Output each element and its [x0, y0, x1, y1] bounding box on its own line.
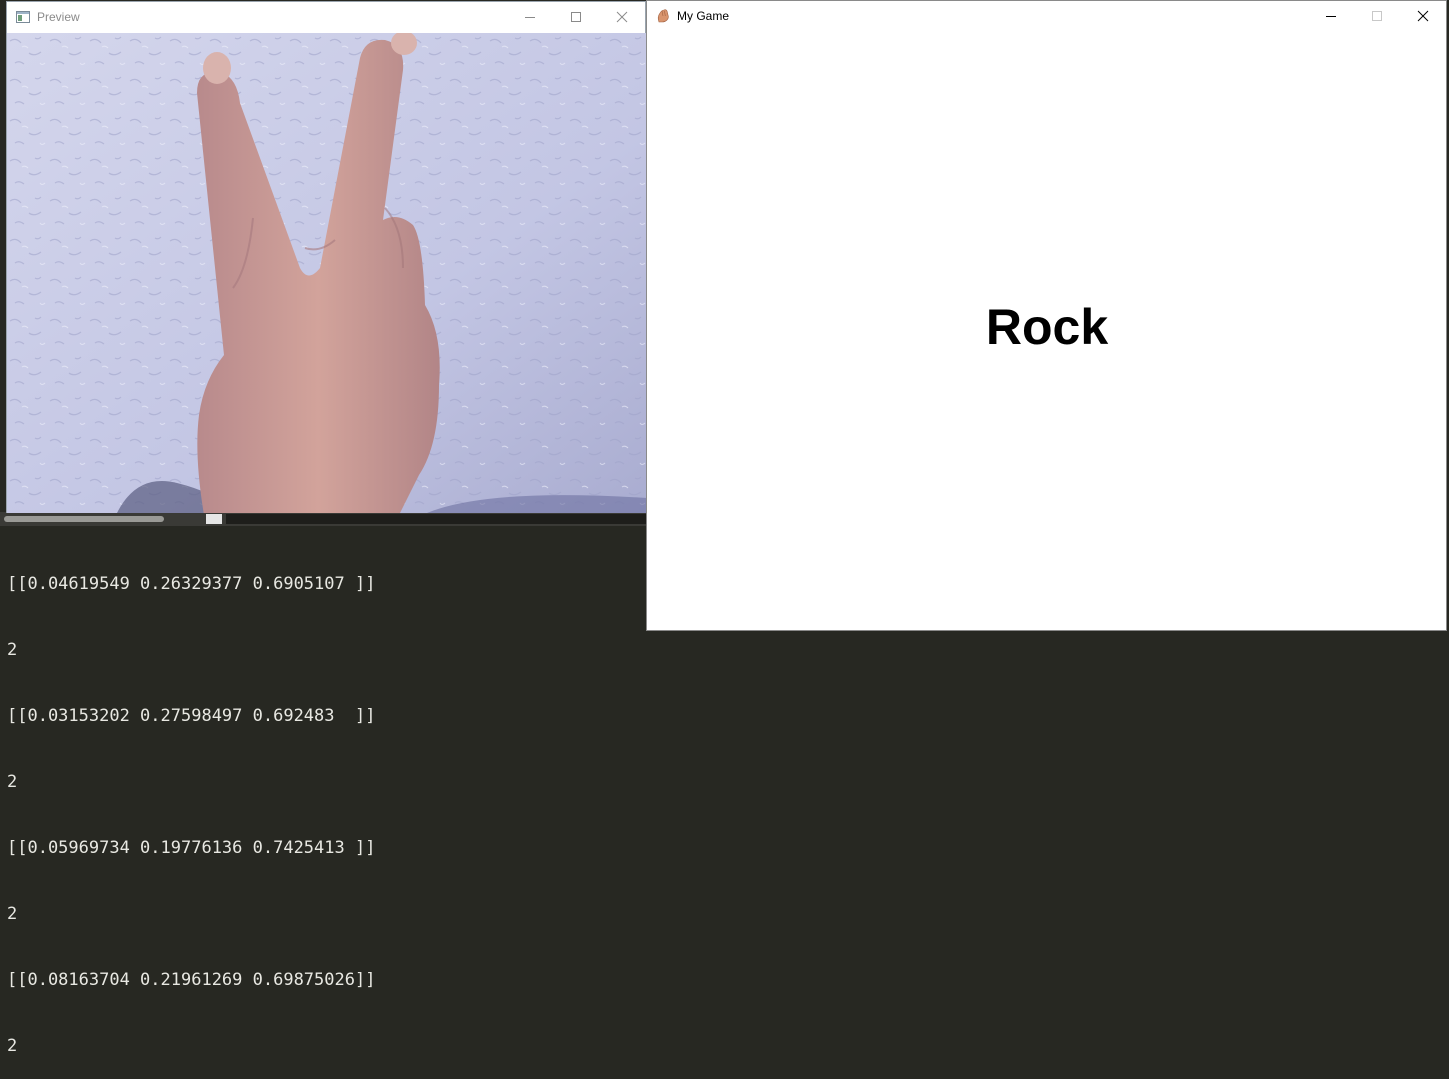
minimize-button[interactable]	[1308, 1, 1354, 31]
maximize-button[interactable]	[553, 2, 599, 32]
scrollbar-gap	[206, 514, 222, 524]
terminal-line: [[0.04619549 0.26329377 0.6905107 ]]	[7, 574, 376, 594]
game-window[interactable]: My Game Rock	[646, 0, 1447, 631]
preview-title: Preview	[37, 10, 80, 24]
minimize-icon	[525, 17, 535, 18]
minimize-button[interactable]	[507, 2, 553, 32]
game-result-text: Rock	[985, 299, 1109, 355]
app-window-icon	[15, 9, 31, 25]
terminal-line: 2	[7, 640, 18, 660]
hand-peace-sign-image	[7, 33, 647, 513]
preview-window-controls	[507, 2, 645, 32]
scrollbar-track[interactable]	[226, 514, 646, 524]
scrollbar-thumb[interactable]	[4, 516, 164, 522]
maximize-icon	[1372, 11, 1382, 21]
game-window-controls	[1308, 1, 1446, 31]
terminal-line: 2	[7, 904, 18, 924]
close-icon	[1417, 10, 1429, 22]
terminal-line: [[0.05969734 0.19776136 0.7425413 ]]	[7, 838, 376, 858]
preview-titlebar[interactable]: Preview	[7, 2, 645, 32]
close-button[interactable]	[599, 2, 645, 32]
hand-icon	[655, 8, 671, 24]
terminal-line: 2	[7, 772, 18, 792]
terminal-scrollbar[interactable]	[0, 512, 646, 526]
maximize-icon	[571, 12, 581, 22]
terminal-line: [[0.08163704 0.21961269 0.69875026]]	[7, 970, 376, 990]
terminal-output: [[0.04619549 0.26329377 0.6905107 ]] 2 […	[7, 529, 647, 1079]
terminal-line: [[0.03153202 0.27598497 0.692483 ]]	[7, 706, 376, 726]
maximize-button[interactable]	[1354, 1, 1400, 31]
camera-feed	[7, 33, 647, 513]
close-icon	[616, 11, 628, 23]
game-title: My Game	[677, 9, 730, 23]
preview-window[interactable]: Preview	[6, 1, 647, 513]
game-titlebar[interactable]: My Game	[647, 1, 1446, 31]
terminal-line: 2	[7, 1036, 18, 1056]
close-button[interactable]	[1400, 1, 1446, 31]
minimize-icon	[1326, 16, 1336, 17]
